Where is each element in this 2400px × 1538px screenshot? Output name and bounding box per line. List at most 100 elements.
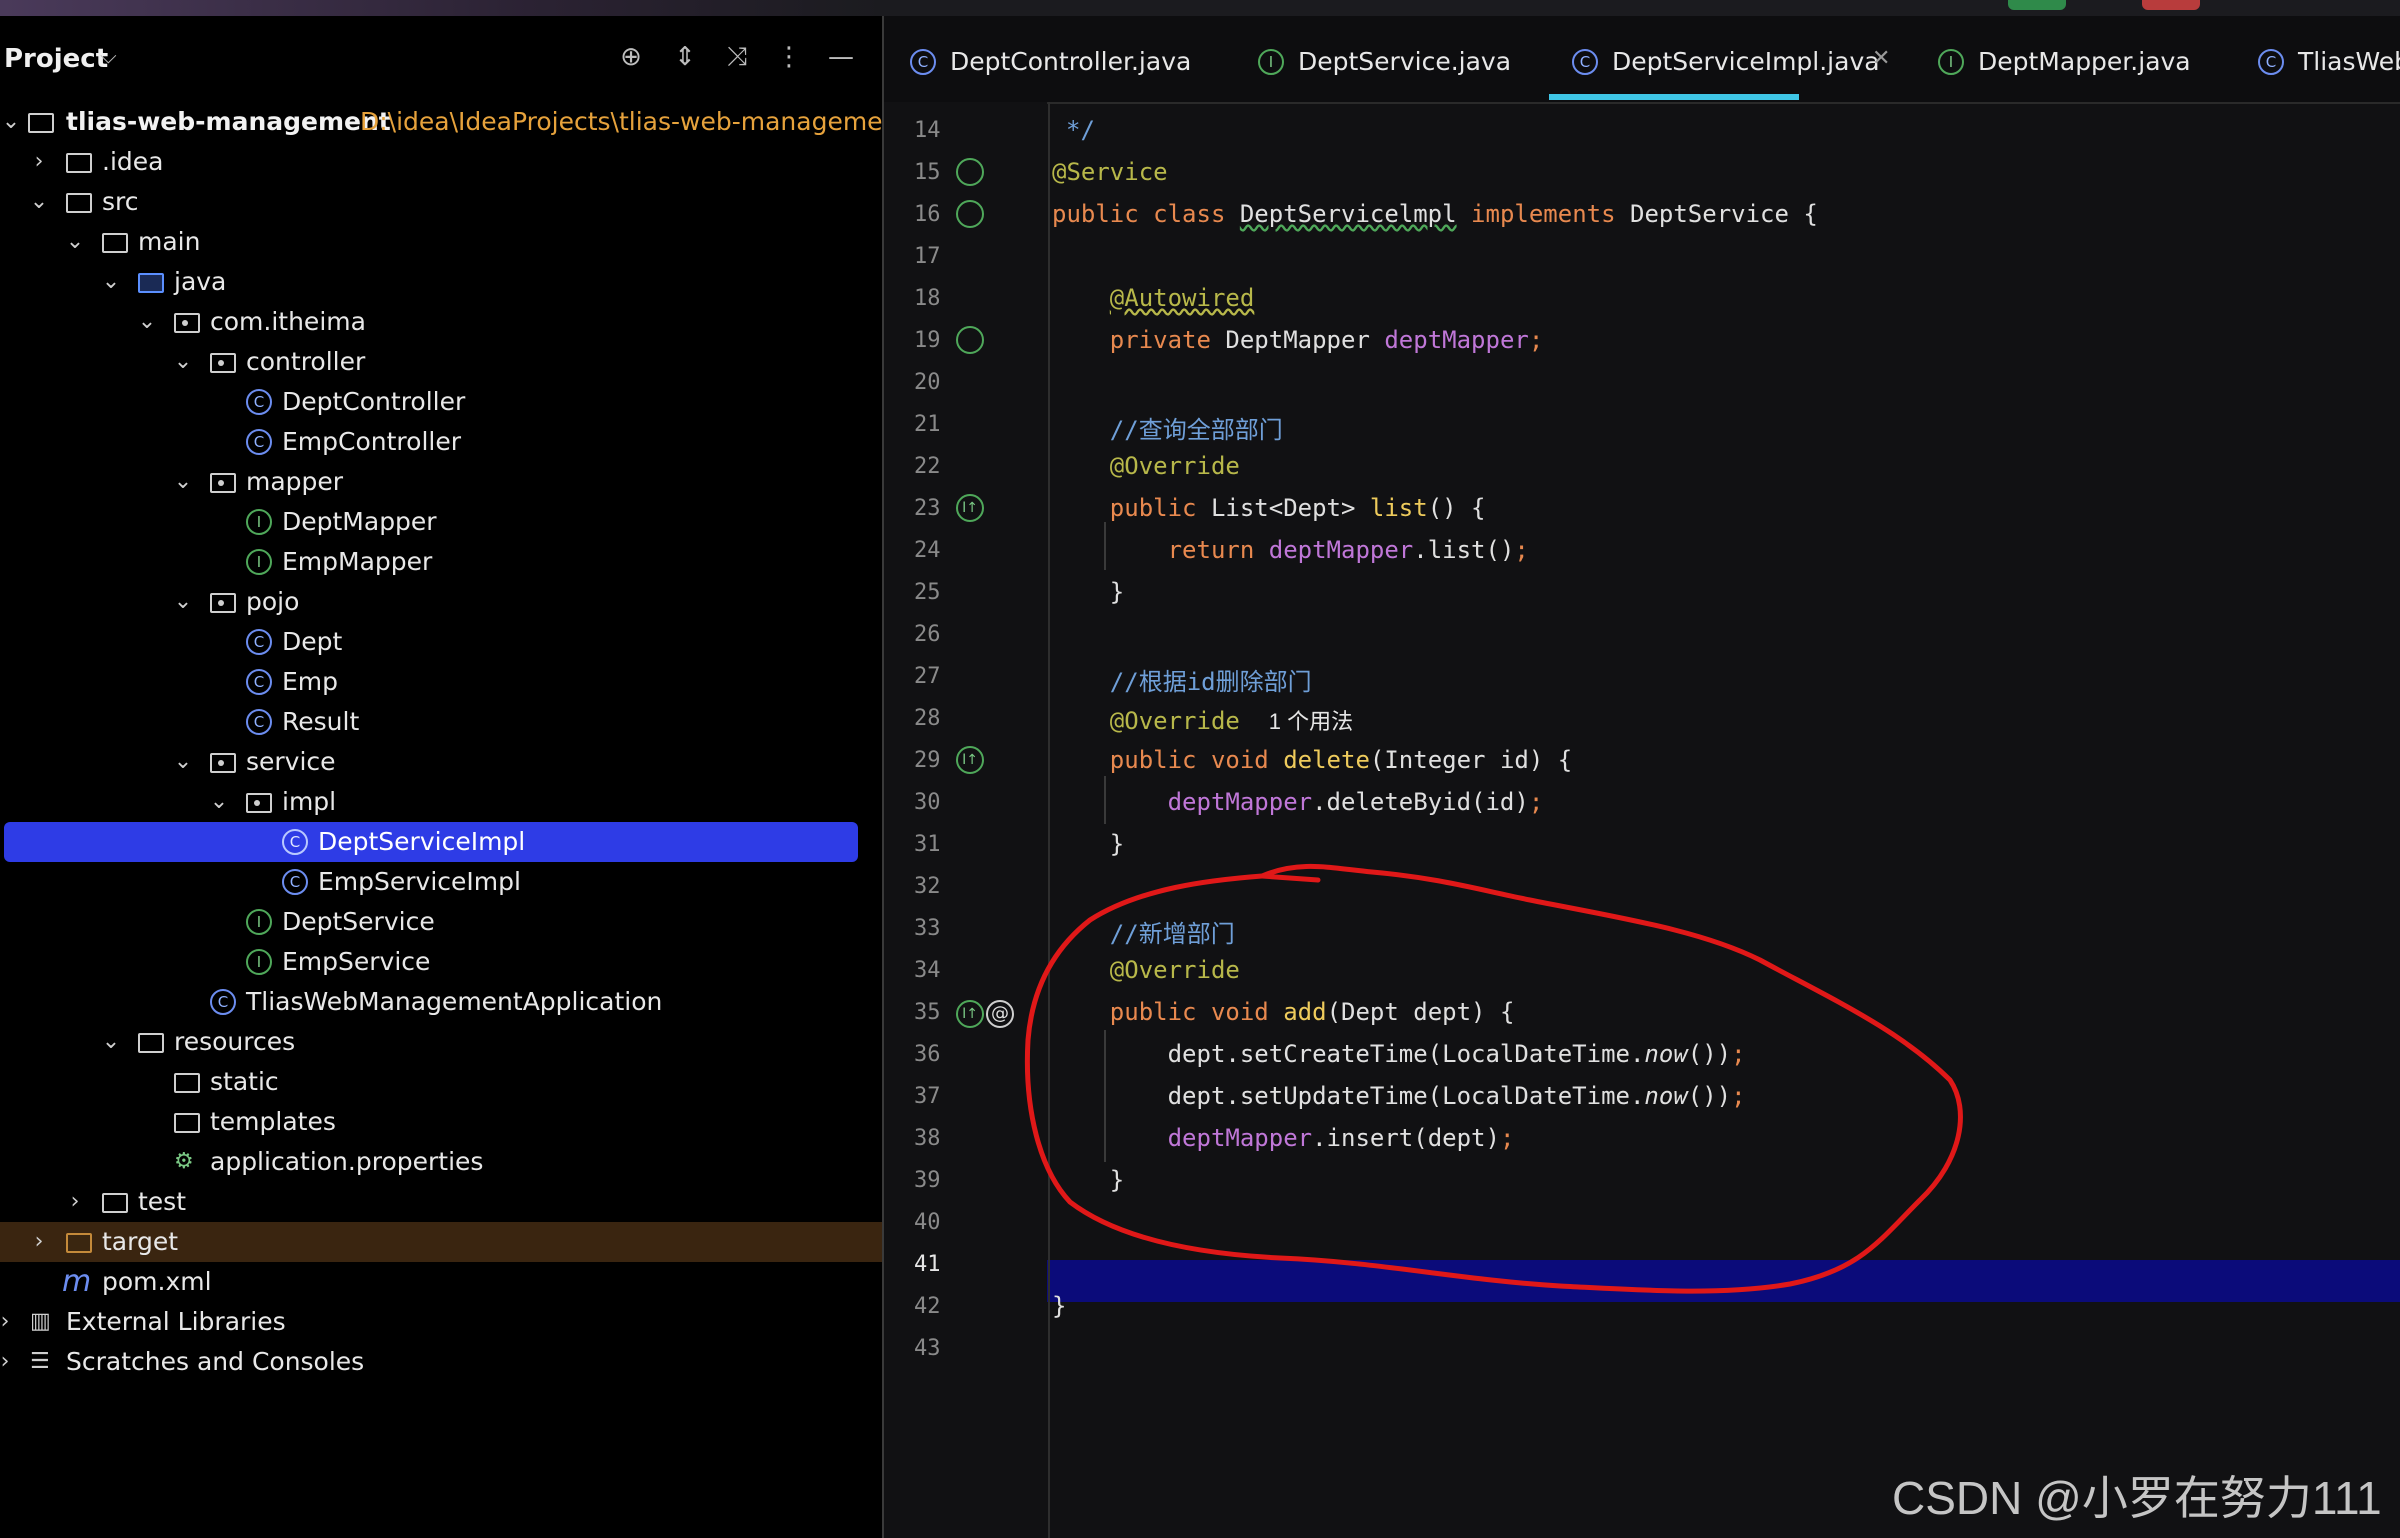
line-number[interactable]: 22 [914, 454, 974, 479]
tree-item-scratches[interactable]: › ☰ Scratches and Consoles [0, 1342, 882, 1382]
chevron-right-icon[interactable]: › [28, 142, 50, 182]
line-number[interactable]: 20 [914, 370, 974, 395]
tree-item-empmapper[interactable]: I EmpMapper [0, 542, 882, 582]
tree-item-src[interactable]: ⌄ src [0, 182, 882, 222]
tree-item-dept[interactable]: C Dept [0, 622, 882, 662]
line-number[interactable]: 40 [914, 1210, 974, 1235]
tree-item-target[interactable]: › target [0, 1222, 882, 1262]
chevron-right-icon[interactable]: › [0, 1342, 16, 1382]
tree-item-java[interactable]: ⌄ java [0, 262, 882, 302]
tree-item-empcontroller[interactable]: C EmpController [0, 422, 882, 462]
tree-item-label: DeptServiceImpl [318, 827, 526, 856]
tree-item-empserviceimpl[interactable]: C EmpServiceImpl [0, 862, 882, 902]
project-panel-title[interactable]: Project [4, 44, 108, 74]
locate-icon[interactable]: ⊕ [614, 40, 648, 74]
tree-item-pom[interactable]: m pom.xml [0, 1262, 882, 1302]
line-number[interactable]: 14 [914, 118, 974, 143]
line-number[interactable]: 27 [914, 664, 974, 689]
tree-item-empservice[interactable]: I EmpService [0, 942, 882, 982]
chevron-down-icon[interactable]: ⌄ [136, 302, 158, 342]
line-number[interactable]: 34 [914, 958, 974, 983]
line-number[interactable]: 38 [914, 1126, 974, 1151]
chevron-down-icon[interactable]: ⌄ [100, 1022, 122, 1062]
more-options-icon[interactable]: ⋮ [772, 40, 806, 74]
expand-all-icon[interactable]: ⇕ [668, 40, 702, 74]
chevron-down-icon[interactable]: ⌄ [172, 582, 194, 622]
chevron-down-icon[interactable]: ⌄ [0, 102, 22, 142]
tree-item-controller[interactable]: ⌄ controller [0, 342, 882, 382]
line-number[interactable]: 39 [914, 1168, 974, 1193]
implements-method-icon[interactable]: I↑ [956, 494, 984, 522]
tree-item-static[interactable]: static [0, 1062, 882, 1102]
implements-method-icon[interactable]: I↑ [956, 1000, 984, 1028]
close-tab-icon[interactable]: ✕ [1872, 46, 1890, 71]
line-number[interactable]: 33 [914, 916, 974, 941]
chevron-down-icon[interactable]: ⌄ [100, 262, 122, 302]
chevron-right-icon[interactable]: › [64, 1182, 86, 1222]
line-number[interactable]: 41 [914, 1252, 974, 1277]
tree-item-service[interactable]: ⌄ service [0, 742, 882, 782]
line-number[interactable]: 31 [914, 832, 974, 857]
folder-icon [174, 1113, 200, 1133]
chevron-down-icon[interactable]: ⌄ [64, 222, 86, 262]
chevron-right-icon[interactable]: › [28, 1222, 50, 1262]
spring-bean-gutter-icon[interactable] [956, 200, 984, 228]
implements-method-icon[interactable]: I↑ [956, 746, 984, 774]
tree-item-result[interactable]: C Result [0, 702, 882, 742]
tree-item-emp[interactable]: C Emp [0, 662, 882, 702]
line-number[interactable]: 17 [914, 244, 974, 269]
tree-item-application-class[interactable]: C TliasWebManagementApplication [0, 982, 882, 1022]
chevron-down-icon[interactable]: ⌄ [28, 182, 50, 222]
run-indicator[interactable] [2008, 0, 2066, 10]
line-number[interactable]: 32 [914, 874, 974, 899]
tree-item-external-libraries[interactable]: › ▥ External Libraries [0, 1302, 882, 1342]
line-number[interactable]: 30 [914, 790, 974, 815]
tree-item-deptserviceimpl-selected[interactable]: C DeptServiceImpl [4, 822, 858, 862]
code-editor[interactable]: C DeptController.java I DeptService.java… [884, 16, 2400, 1538]
chevron-down-icon[interactable]: ⌄ [172, 342, 194, 382]
line-number[interactable]: 18 [914, 286, 974, 311]
autowired-navigation-icon[interactable] [956, 326, 984, 354]
tree-item-label: .idea [102, 147, 164, 176]
minimize-icon[interactable]: — [824, 40, 858, 74]
stop-indicator[interactable] [2142, 0, 2200, 10]
spring-bean-gutter-icon[interactable] [956, 158, 984, 186]
line-number[interactable]: 24 [914, 538, 974, 563]
tree-item-application-properties[interactable]: ⚙ application.properties [0, 1142, 882, 1182]
tree-item-deptmapper[interactable]: I DeptMapper [0, 502, 882, 542]
tree-item-main[interactable]: ⌄ main [0, 222, 882, 262]
editor-gutter[interactable] [884, 102, 1047, 1538]
line-number[interactable]: 26 [914, 622, 974, 647]
code-token: (Dept dept) { [1326, 998, 1515, 1026]
line-number[interactable]: 42 [914, 1294, 974, 1319]
tree-item-deptservice[interactable]: I DeptService [0, 902, 882, 942]
line-number[interactable]: 36 [914, 1042, 974, 1067]
chevron-down-icon[interactable]: ⌄ [172, 742, 194, 782]
tree-item-label: EmpMapper [282, 547, 433, 576]
tree-item-deptcontroller[interactable]: C DeptController [0, 382, 882, 422]
line-number[interactable]: 43 [914, 1336, 974, 1361]
tree-item-pojo[interactable]: ⌄ pojo [0, 582, 882, 622]
tree-root[interactable]: ⌄ tlias-web-management D:\idea\IdeaProje… [0, 102, 908, 142]
usage-count-hint[interactable]: 1 个用法 [1269, 709, 1353, 734]
tree-item-impl[interactable]: ⌄ impl [0, 782, 882, 822]
line-number[interactable]: 37 [914, 1084, 974, 1109]
chevron-down-icon[interactable]: ⌄ [172, 462, 194, 502]
chevron-down-icon[interactable]: ⌵ [100, 44, 117, 69]
tree-item-mapper[interactable]: ⌄ mapper [0, 462, 882, 502]
line-number[interactable]: 21 [914, 412, 974, 437]
tree-item-idea[interactable]: › .idea [0, 142, 882, 182]
line-number[interactable]: 25 [914, 580, 974, 605]
chevron-right-icon[interactable]: › [0, 1302, 16, 1342]
tree-item-package-comitheima[interactable]: ⌄ com.itheima [0, 302, 882, 342]
scratches-icon: ☰ [30, 1349, 50, 1374]
tree-item-test[interactable]: › test [0, 1182, 882, 1222]
line-number[interactable]: 28 [914, 706, 974, 731]
code-line-18: @Autowired [1052, 284, 1255, 312]
tree-item-resources[interactable]: ⌄ resources [0, 1022, 882, 1062]
chevron-down-icon[interactable]: ⌄ [208, 782, 230, 822]
endpoint-mapping-icon[interactable]: @ [986, 1000, 1014, 1028]
collapse-all-icon[interactable]: ⤨ [720, 40, 754, 74]
tab-label: DeptService.java [1298, 47, 1512, 76]
tree-item-templates[interactable]: templates [0, 1102, 882, 1142]
